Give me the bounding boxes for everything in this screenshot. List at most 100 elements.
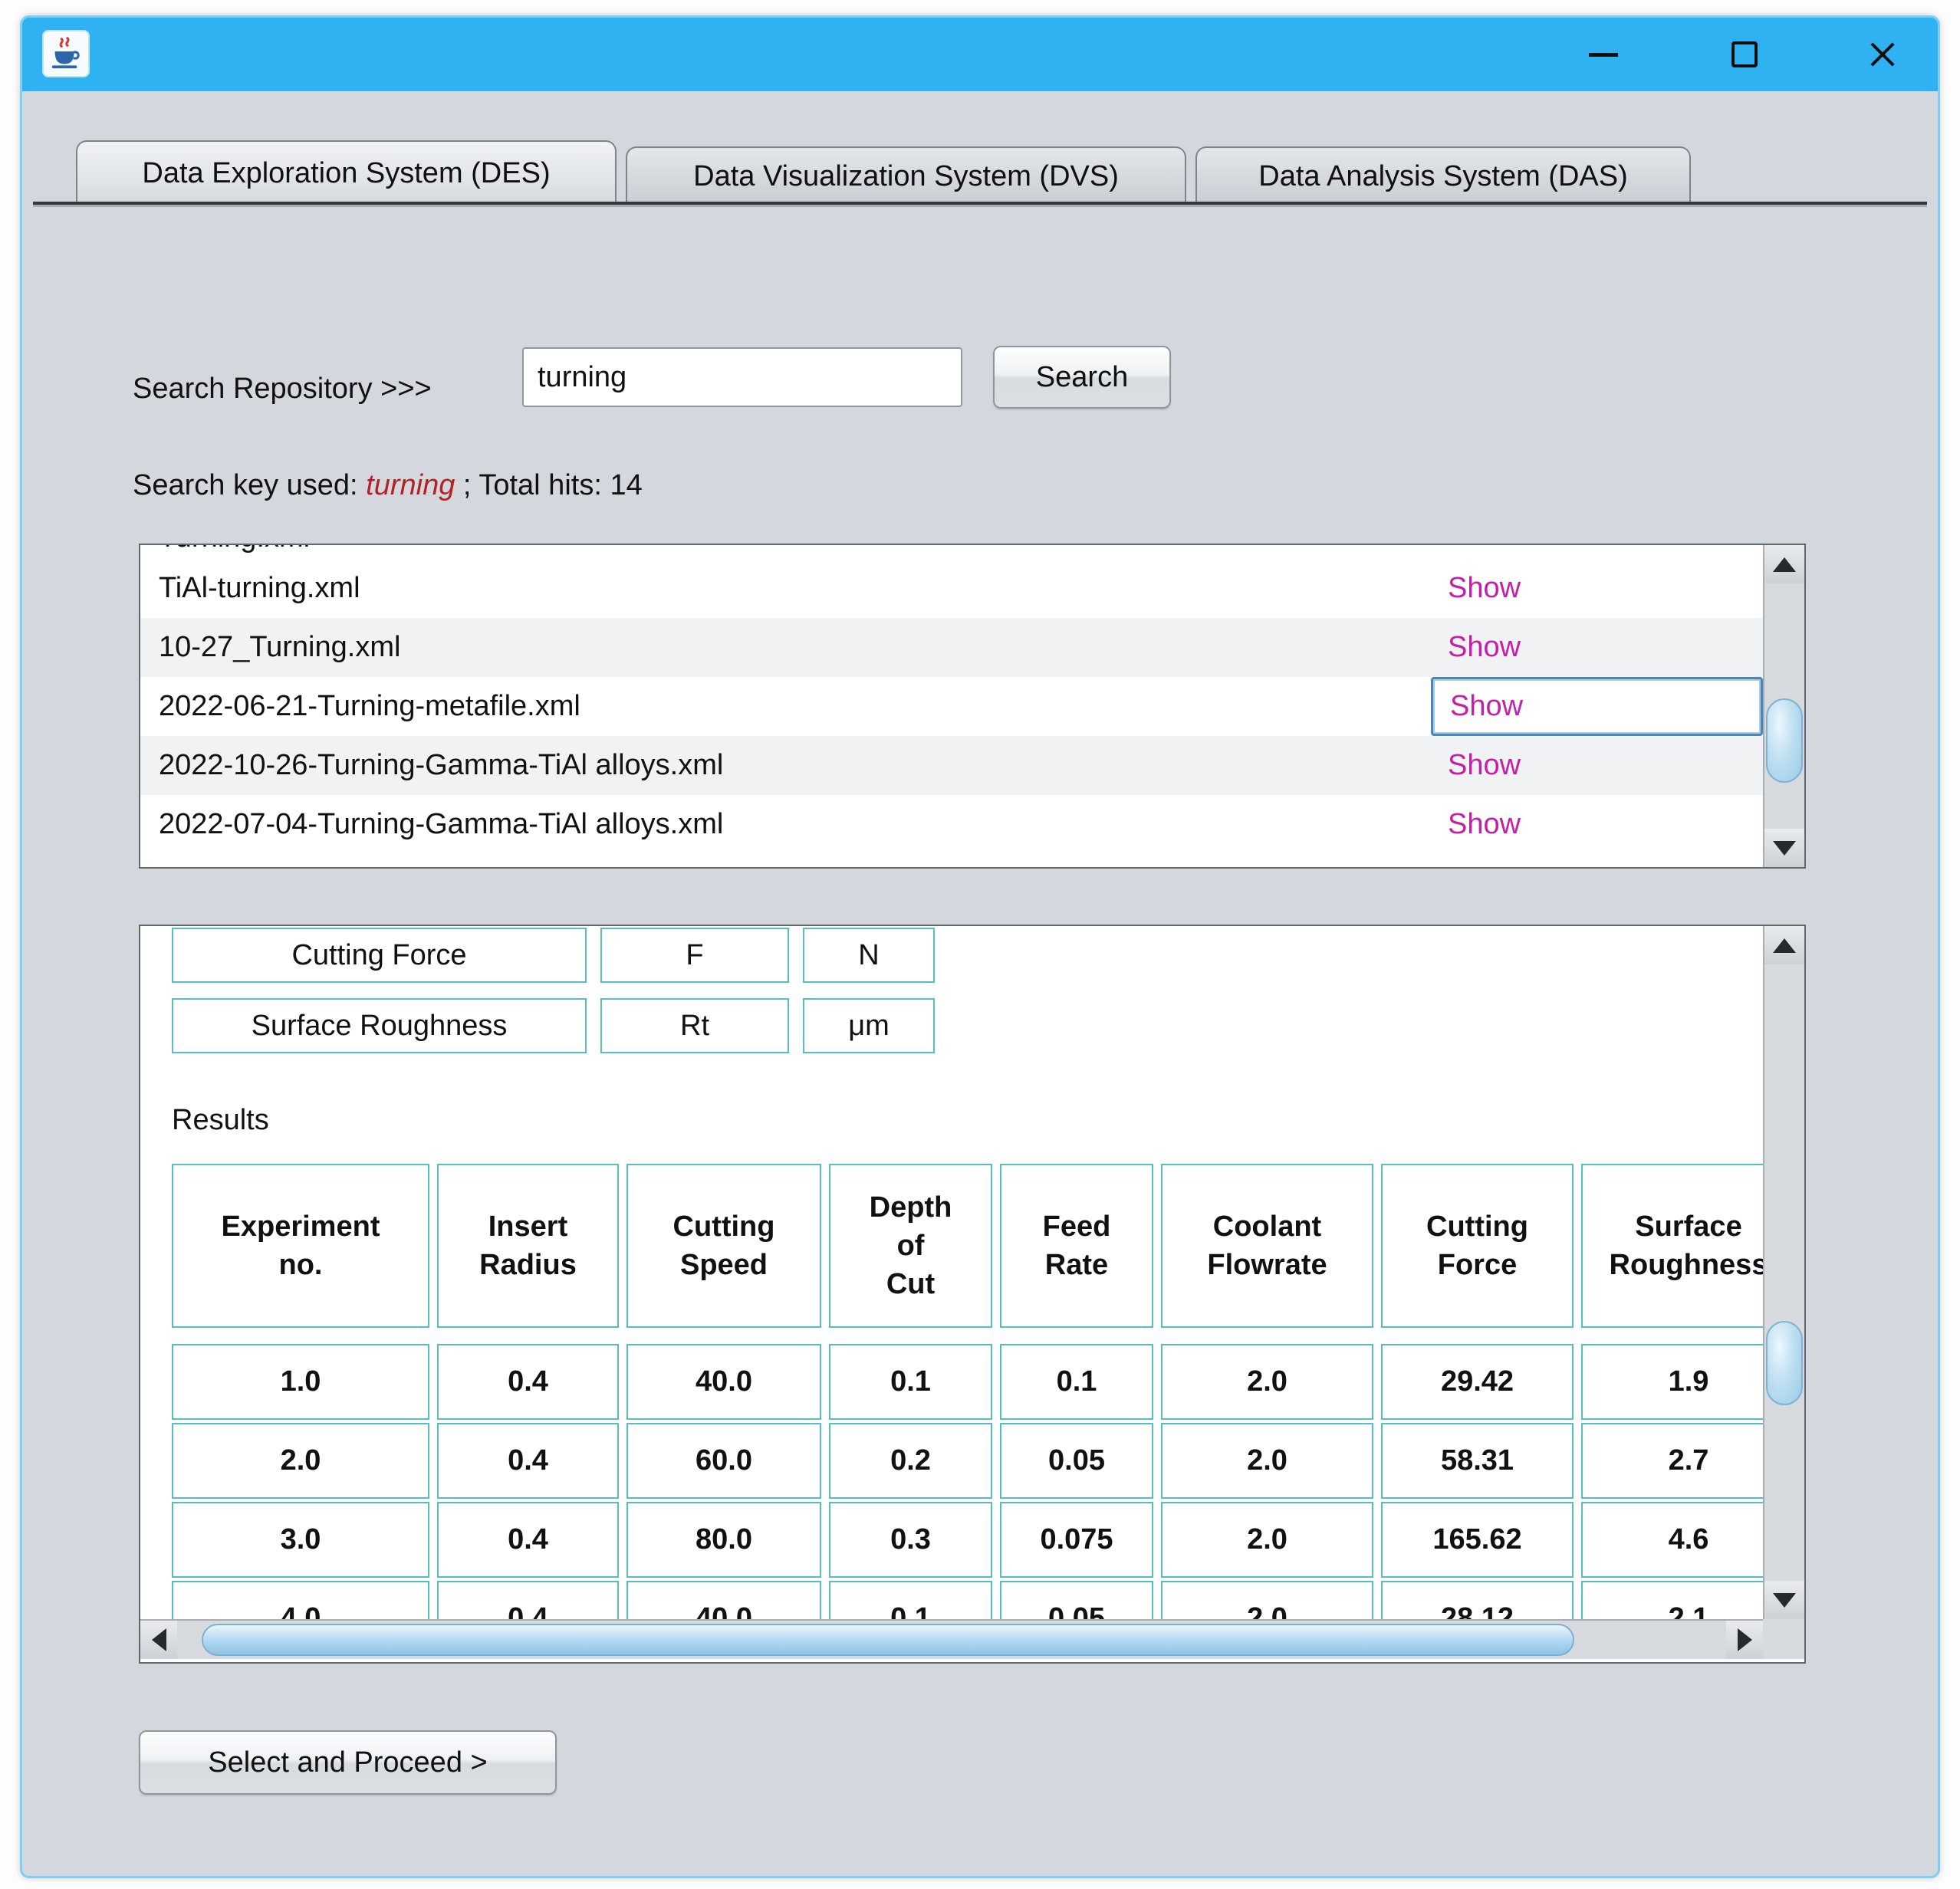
java-coffee-cup-icon: [48, 36, 84, 71]
scrollbar-corner: [1763, 1619, 1804, 1659]
results-row: 1.00.440.00.10.12.029.421.9: [172, 1344, 1796, 1420]
results-header-cell: Cutting Speed: [626, 1164, 821, 1328]
results-cell: 0.1: [1000, 1344, 1153, 1420]
results-cell: 0.4: [437, 1344, 619, 1420]
select-and-proceed-button[interactable]: Select and Proceed >: [139, 1730, 557, 1795]
search-button[interactable]: Search: [993, 346, 1171, 409]
file-name: 2022-07-04-Turning-Gamma-TiAl alloys.xml: [140, 808, 1431, 841]
clipped-list-row: Turning.xml: [140, 545, 1763, 559]
search-input[interactable]: [522, 347, 962, 407]
scroll-right-button[interactable]: [1726, 1621, 1763, 1659]
results-cell: 2.0: [1161, 1423, 1373, 1499]
show-link[interactable]: Show: [1448, 808, 1521, 841]
show-cell: Show: [1431, 677, 1763, 736]
arrow-down-icon: [1773, 1593, 1796, 1608]
list-scrollbar-thumb[interactable]: [1766, 698, 1803, 783]
clipped-file-name: Turning.xml: [159, 545, 310, 554]
maximize-button[interactable]: [1695, 18, 1794, 91]
results-cell: 29.42: [1381, 1344, 1574, 1420]
search-repository-label: Search Repository >>>: [133, 358, 432, 419]
java-app-icon: [42, 30, 90, 77]
tab-data-analysis-system[interactable]: Data Analysis System (DAS): [1195, 146, 1691, 205]
tab-bar: Data Exploration System (DES) Data Visua…: [22, 140, 1938, 205]
file-list-row[interactable]: 2022-10-26-Turning-Gamma-TiAl alloys.xml…: [140, 736, 1763, 795]
show-cell: Show: [1431, 618, 1763, 677]
arrow-up-icon: [1773, 938, 1796, 953]
detail-horizontal-scrollbar[interactable]: [140, 1619, 1763, 1659]
scroll-up-button[interactable]: [1764, 926, 1804, 964]
tab-data-exploration-system[interactable]: Data Exploration System (DES): [76, 140, 617, 205]
show-link[interactable]: Show: [1450, 690, 1523, 723]
results-header-cell: Coolant Flowrate: [1161, 1164, 1373, 1328]
results-cell: 2.0: [172, 1423, 429, 1499]
close-icon: [1867, 39, 1898, 70]
results-cell: 58.31: [1381, 1423, 1574, 1499]
results-header-cell: Depth of Cut: [829, 1164, 992, 1328]
file-list-row[interactable]: TiAl-turning.xml Show: [140, 559, 1763, 618]
summary-prefix: Search key used:: [133, 469, 366, 501]
file-name: 2022-06-21-Turning-metafile.xml: [140, 690, 1431, 723]
show-cell: Show: [1431, 795, 1763, 854]
minimize-button[interactable]: [1554, 18, 1653, 91]
summary-total-hits-count: 14: [610, 469, 642, 501]
summary-search-key: turning: [366, 469, 455, 501]
results-table-header: Experiment no.Insert RadiusCutting Speed…: [172, 1164, 1796, 1328]
show-link[interactable]: Show: [1448, 631, 1521, 664]
results-cell: 0.05: [1000, 1423, 1153, 1499]
show-link[interactable]: Show: [1448, 749, 1521, 782]
results-cell: 0.2: [829, 1423, 992, 1499]
search-results-list: Turning.xml TiAl-turning.xmlShow10-27_Tu…: [139, 544, 1806, 869]
arrow-up-icon: [1773, 557, 1796, 572]
results-cell: 1.0: [172, 1344, 429, 1420]
show-cell: Show: [1431, 736, 1763, 795]
results-row: 3.00.480.00.30.0752.0165.624.6: [172, 1502, 1796, 1578]
results-header-cell: Insert Radius: [437, 1164, 619, 1328]
scroll-left-button[interactable]: [140, 1621, 177, 1659]
list-vertical-scrollbar[interactable]: [1763, 545, 1804, 867]
app-window: Data Exploration System (DES) Data Visua…: [20, 15, 1940, 1878]
scroll-down-button[interactable]: [1764, 829, 1804, 867]
file-name: 10-27_Turning.xml: [140, 631, 1431, 664]
search-summary: Search key used: turning ; Total hits: 1…: [133, 462, 643, 508]
arrow-left-icon: [152, 1628, 166, 1651]
results-cell: 2.0: [1161, 1502, 1373, 1578]
show-cell: Show: [1431, 559, 1763, 618]
file-name: TiAl-turning.xml: [140, 572, 1431, 605]
horizontal-scrollbar-thumb[interactable]: [202, 1624, 1574, 1656]
results-header-cell: Feed Rate: [1000, 1164, 1153, 1328]
summary-total-hits-label: ; Total hits:: [455, 469, 610, 501]
results-cell: 40.0: [626, 1344, 821, 1420]
results-cell: 0.3: [829, 1502, 992, 1578]
maximize-icon: [1731, 41, 1758, 67]
results-cell: 3.0: [172, 1502, 429, 1578]
results-header-cell: Experiment no.: [172, 1164, 429, 1328]
arrow-right-icon: [1738, 1628, 1752, 1651]
file-list-row[interactable]: 2022-06-21-Turning-metafile.xml Show: [140, 677, 1763, 736]
results-cell: 60.0: [626, 1423, 821, 1499]
detail-scrollbar-thumb[interactable]: [1766, 1321, 1803, 1405]
results-header-cell: Cutting Force: [1381, 1164, 1574, 1328]
results-cell: 0.4: [437, 1423, 619, 1499]
file-list-row[interactable]: 2022-07-04-Turning-Gamma-TiAl alloys.xml…: [140, 795, 1763, 854]
close-button[interactable]: [1833, 18, 1932, 91]
scroll-down-button[interactable]: [1764, 1581, 1804, 1619]
detail-vertical-scrollbar[interactable]: [1763, 926, 1804, 1619]
tab-content-divider: [33, 202, 1927, 205]
file-name: 2022-10-26-Turning-Gamma-TiAl alloys.xml: [140, 749, 1431, 782]
results-cell: 80.0: [626, 1502, 821, 1578]
minimize-icon: [1589, 53, 1618, 57]
results-cell: 0.1: [829, 1344, 992, 1420]
results-row: 2.00.460.00.20.052.058.312.7: [172, 1423, 1796, 1499]
file-detail-panel: Cutting ForceFNSurface RoughnessRtμm Res…: [139, 925, 1806, 1664]
scroll-up-button[interactable]: [1764, 545, 1804, 583]
results-cell: 0.4: [437, 1502, 619, 1578]
results-cell: 165.62: [1381, 1502, 1574, 1578]
results-cell: 0.075: [1000, 1502, 1153, 1578]
arrow-down-icon: [1773, 841, 1796, 856]
show-link[interactable]: Show: [1448, 572, 1521, 605]
file-rows: TiAl-turning.xml Show 10-27_Turning.xml Sho…: [140, 559, 1804, 854]
tab-data-visualization-system[interactable]: Data Visualization System (DVS): [626, 146, 1186, 205]
results-cell: 2.0: [1161, 1344, 1373, 1420]
titlebar[interactable]: [22, 18, 1938, 91]
file-list-row[interactable]: 10-27_Turning.xml Show: [140, 618, 1763, 677]
